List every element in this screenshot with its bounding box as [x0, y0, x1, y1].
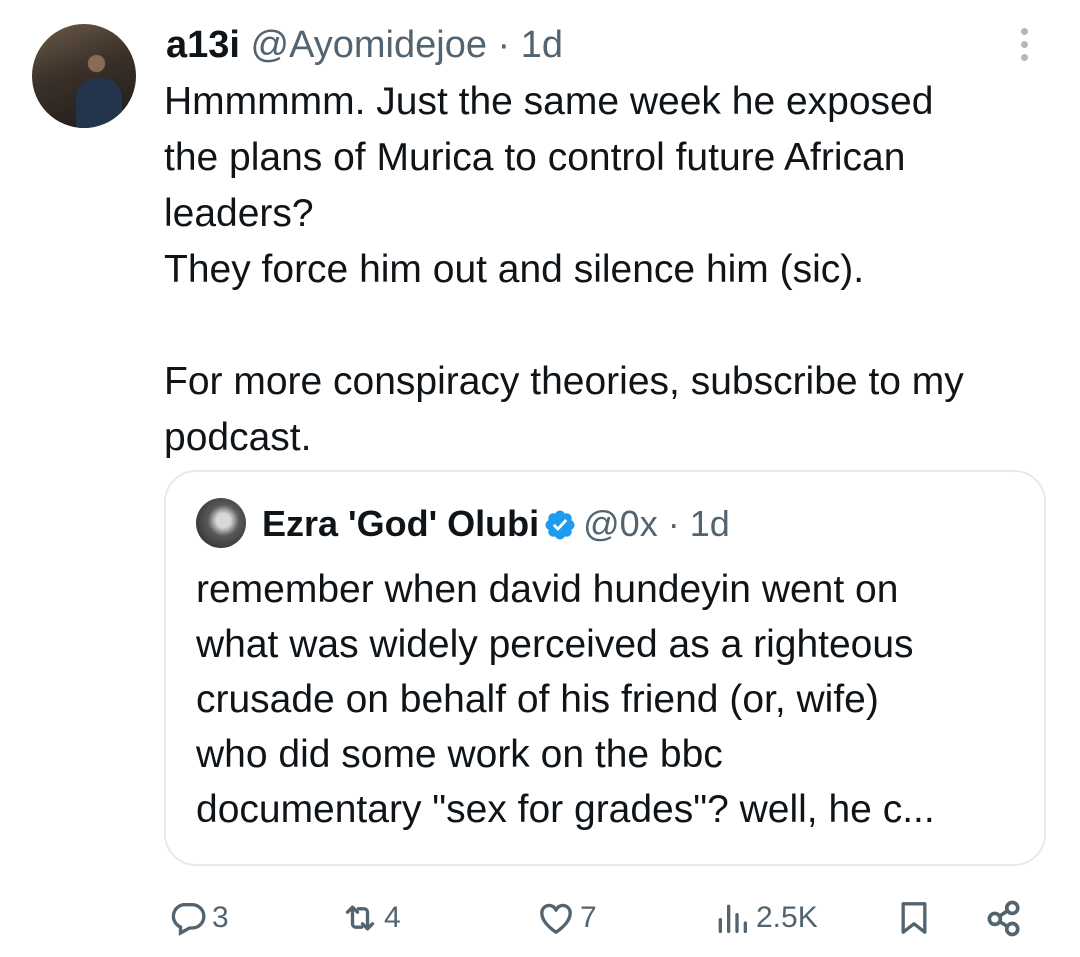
bookmark-button[interactable] [894, 888, 934, 948]
quote-author-name: Ezra 'God' Olubi [262, 503, 540, 544]
more-vertical-icon[interactable] [1012, 28, 1036, 68]
repost-button[interactable]: 4 [340, 888, 401, 948]
action-bar: 3 4 7 2.5K [164, 888, 1044, 948]
quote-avatar[interactable] [196, 498, 246, 548]
verified-badge-icon [543, 508, 577, 552]
heart-icon [536, 898, 576, 938]
reply-icon [168, 898, 208, 938]
quote-header: Ezra 'God' Olubi @0x · 1d [262, 502, 730, 552]
reply-count: 3 [212, 901, 229, 934]
tweet-text: Hmmmmm. Just the same week he exposed th… [164, 80, 964, 459]
like-button[interactable]: 7 [536, 888, 597, 948]
timestamp[interactable]: 1d [521, 24, 563, 66]
avatar[interactable] [32, 24, 136, 128]
repost-count: 4 [384, 901, 401, 934]
quoted-tweet[interactable]: Ezra 'God' Olubi @0x · 1d remember when d… [164, 470, 1046, 866]
views-count: 2.5K [756, 901, 818, 934]
avatar-figure [76, 78, 122, 128]
reply-button[interactable]: 3 [168, 888, 229, 948]
views-button[interactable]: 2.5K [712, 888, 818, 948]
quote-separator-dot: · [667, 503, 680, 544]
author-handle[interactable]: @Ayomidejoe [251, 24, 487, 66]
share-icon [982, 896, 1026, 940]
tweet-header: a13i @Ayomidejoe · 1d [166, 22, 563, 68]
author-name[interactable]: a13i [166, 24, 240, 66]
views-icon [712, 898, 752, 938]
bookmark-icon [894, 898, 934, 938]
quote-text: remember when david hundeyin went on wha… [196, 568, 935, 831]
share-button[interactable] [982, 888, 1026, 948]
repost-icon [340, 898, 380, 938]
like-count: 7 [580, 901, 597, 934]
quote-timestamp: 1d [689, 503, 730, 544]
separator-dot: · [497, 24, 511, 66]
quote-author-handle: @0x [583, 503, 658, 544]
